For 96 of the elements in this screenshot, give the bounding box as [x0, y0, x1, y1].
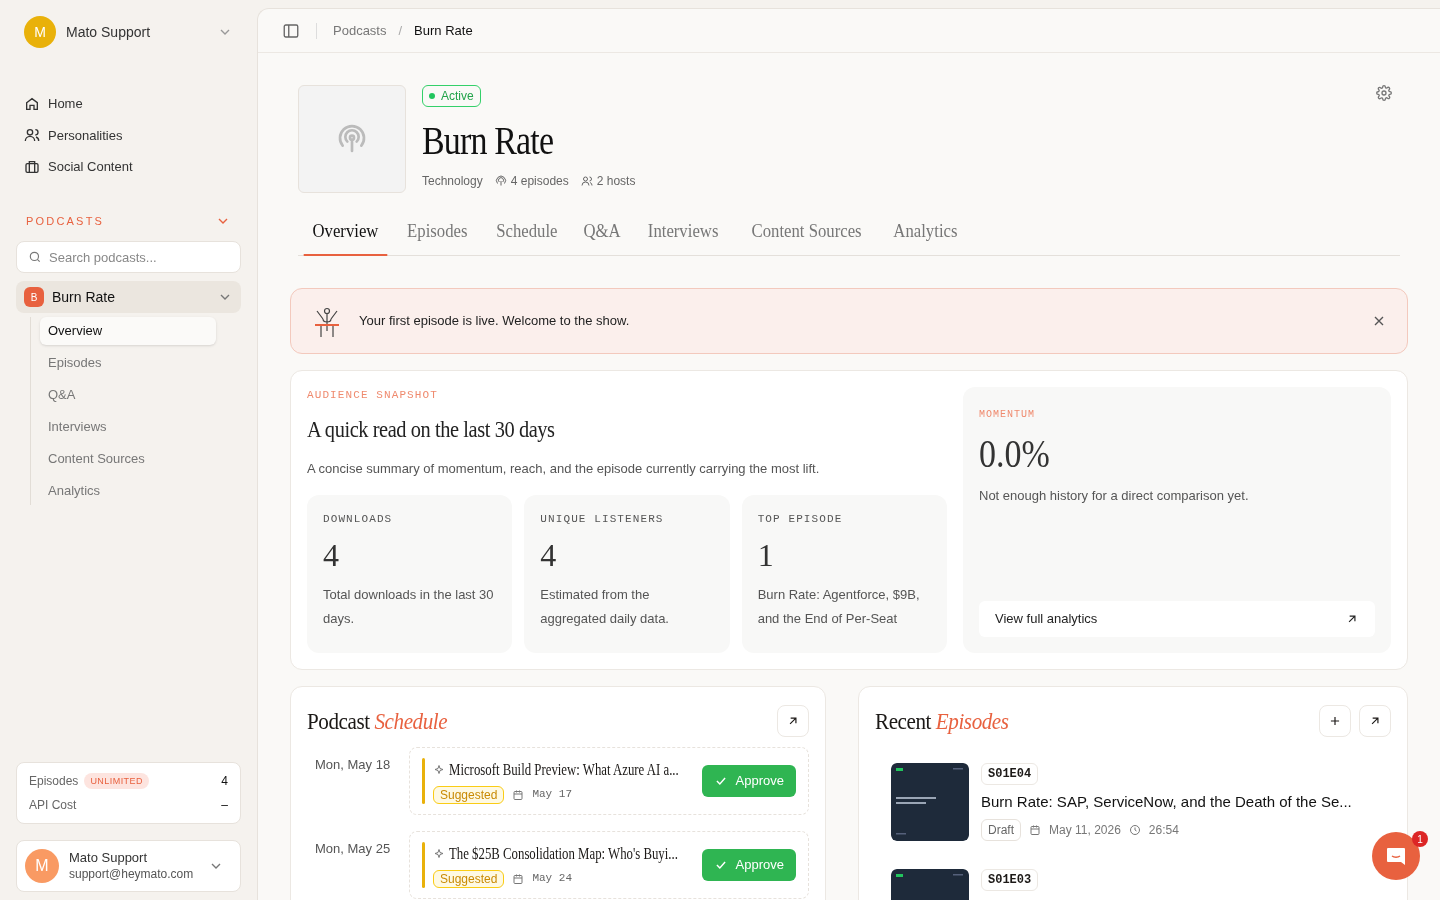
- tab[interactable]: Overview: [303, 217, 388, 256]
- people-icon: [580, 175, 593, 187]
- tab[interactable]: Content Sources: [742, 217, 870, 256]
- stat-note: Total downloads in the last 30 days.: [323, 586, 495, 628]
- podcast-icon: [494, 175, 507, 187]
- clock-icon: [1128, 824, 1141, 836]
- card-heading: Podcast Schedule: [307, 706, 448, 736]
- subnav-item[interactable]: Q&A: [40, 381, 216, 409]
- schedule-date: Mon, May 25: [314, 839, 392, 858]
- usage-value: –: [221, 797, 228, 813]
- status-badge: Suggested: [433, 785, 505, 804]
- usage-value: 4: [221, 773, 228, 789]
- subnav-item[interactable]: Interviews: [40, 413, 216, 441]
- category-label: Technology: [422, 173, 483, 189]
- stat-value: 1: [757, 539, 774, 571]
- podcast-icon: [336, 123, 368, 155]
- sparkle-icon: [433, 763, 445, 776]
- subnav-item[interactable]: Episodes: [40, 349, 216, 377]
- briefcase-icon: [24, 158, 40, 175]
- section-eyebrow: MOMENTUM: [979, 407, 1036, 422]
- episode-title: Burn Rate: SAP, ServiceNow, and the Death of the Se...: [981, 791, 1352, 812]
- card-heading: Recent Episodes: [875, 706, 1009, 736]
- approve-button[interactable]: Approve: [701, 848, 796, 881]
- account-card[interactable]: M Mato Support support@heymato.com: [16, 840, 241, 892]
- calendar-icon: [512, 872, 525, 885]
- home-icon: [24, 95, 40, 112]
- plan-badge: UNLIMITED: [84, 773, 149, 789]
- podcast-badge: B: [24, 287, 44, 307]
- episode-code: S01E04: [981, 762, 1039, 785]
- due-date: May 24: [532, 871, 572, 887]
- stat-label: DOWNLOADS: [323, 511, 394, 527]
- episode-title: The $25B Consolidation Map: Who's Buyi...: [449, 843, 678, 865]
- nav-item[interactable]: Social Content: [16, 157, 241, 177]
- stat-label: TOP EPISODE: [757, 511, 844, 527]
- momentum-value: 0.0%: [979, 433, 1051, 474]
- section-heading: A quick read on the last 30 days: [307, 415, 556, 444]
- host-count: 2 hosts: [596, 173, 636, 189]
- stat-note: Burn Rate: Agentforce, $9B, and the End of Per-Seat: [757, 586, 921, 628]
- breadcrumb-separator: /: [398, 21, 403, 40]
- subnav-item[interactable]: Content Sources: [40, 445, 216, 473]
- notification-badge: 1: [1412, 831, 1428, 847]
- calendar-icon: [512, 788, 525, 801]
- momentum-note: Not enough history for a direct comparison yet.: [979, 486, 1250, 505]
- status-bar: [422, 757, 425, 804]
- section-description: A concise summary of momentum, reach, and the episode currently carrying the most lift.: [307, 460, 821, 478]
- workspace-name[interactable]: Mato Support: [66, 22, 151, 42]
- podcast-title: Burn Rate: [422, 121, 555, 161]
- breadcrumb-link[interactable]: Podcasts: [333, 20, 387, 41]
- open-button[interactable]: [1359, 704, 1391, 737]
- episode-date: May 11, 2026: [1049, 822, 1121, 838]
- usage-label: API Cost: [29, 797, 77, 813]
- schedule-date: Mon, May 18: [314, 755, 392, 774]
- sparkle-icon: [433, 847, 445, 860]
- tab[interactable]: Analytics: [884, 217, 966, 256]
- stat-value: 4: [540, 539, 557, 571]
- settings-icon[interactable]: [1376, 85, 1392, 101]
- episode-duration: 26:54: [1148, 822, 1179, 838]
- account-name: Mato Support: [69, 849, 149, 867]
- tab[interactable]: Interviews: [639, 217, 728, 256]
- notice-message: Your first episode is live. Welcome to the show.: [359, 311, 630, 330]
- status-bar: [422, 841, 425, 888]
- status-badge: Draft: [981, 819, 1021, 841]
- episode-code: S01E03: [981, 869, 1039, 891]
- episode-count: 4 episodes: [510, 173, 569, 189]
- tab[interactable]: Episodes: [398, 217, 477, 256]
- section-eyebrow: AUDIENCE SNAPSHOT: [307, 387, 439, 403]
- stat-value: 4: [323, 539, 339, 571]
- section-title: PODCASTS: [26, 213, 105, 229]
- usage-label: Episodes: [29, 773, 79, 789]
- tab[interactable]: Q&A: [574, 217, 630, 256]
- calendar-icon: [1029, 824, 1041, 836]
- subnav-item[interactable]: Analytics: [40, 477, 216, 505]
- add-button[interactable]: [1319, 704, 1351, 737]
- sidebar-toggle-icon[interactable]: [282, 21, 300, 40]
- episode-title: Microsoft Build Preview: What Azure AI a...: [449, 759, 679, 780]
- status-badge: Suggested: [433, 869, 505, 888]
- tab[interactable]: Schedule: [486, 217, 566, 256]
- open-button[interactable]: [777, 704, 809, 737]
- account-email: support@heymato.com: [69, 866, 194, 883]
- breadcrumb-link[interactable]: Burn Rate: [414, 20, 473, 41]
- nav-item[interactable]: Personalities: [16, 125, 241, 145]
- account-avatar: M: [25, 849, 59, 883]
- analytics-link[interactable]: View full analytics: [979, 600, 1375, 637]
- status-badge: Active: [422, 85, 481, 107]
- subnav-item[interactable]: Overview: [40, 317, 216, 345]
- workspace-avatar: M: [24, 16, 56, 48]
- search-icon: [28, 250, 42, 264]
- search-field[interactable]: Search podcasts...: [16, 241, 241, 273]
- podcast-item[interactable]: B Burn Rate: [16, 281, 241, 313]
- nav-item[interactable]: Home: [16, 94, 241, 114]
- due-date: May 17: [532, 787, 572, 803]
- stat-note: Estimated from the aggregated daily data.: [540, 586, 670, 628]
- podcast-name: Burn Rate: [52, 288, 116, 307]
- people-icon: [24, 127, 40, 144]
- stat-label: UNIQUE LISTENERS: [540, 511, 665, 527]
- approve-button[interactable]: Approve: [701, 764, 796, 797]
